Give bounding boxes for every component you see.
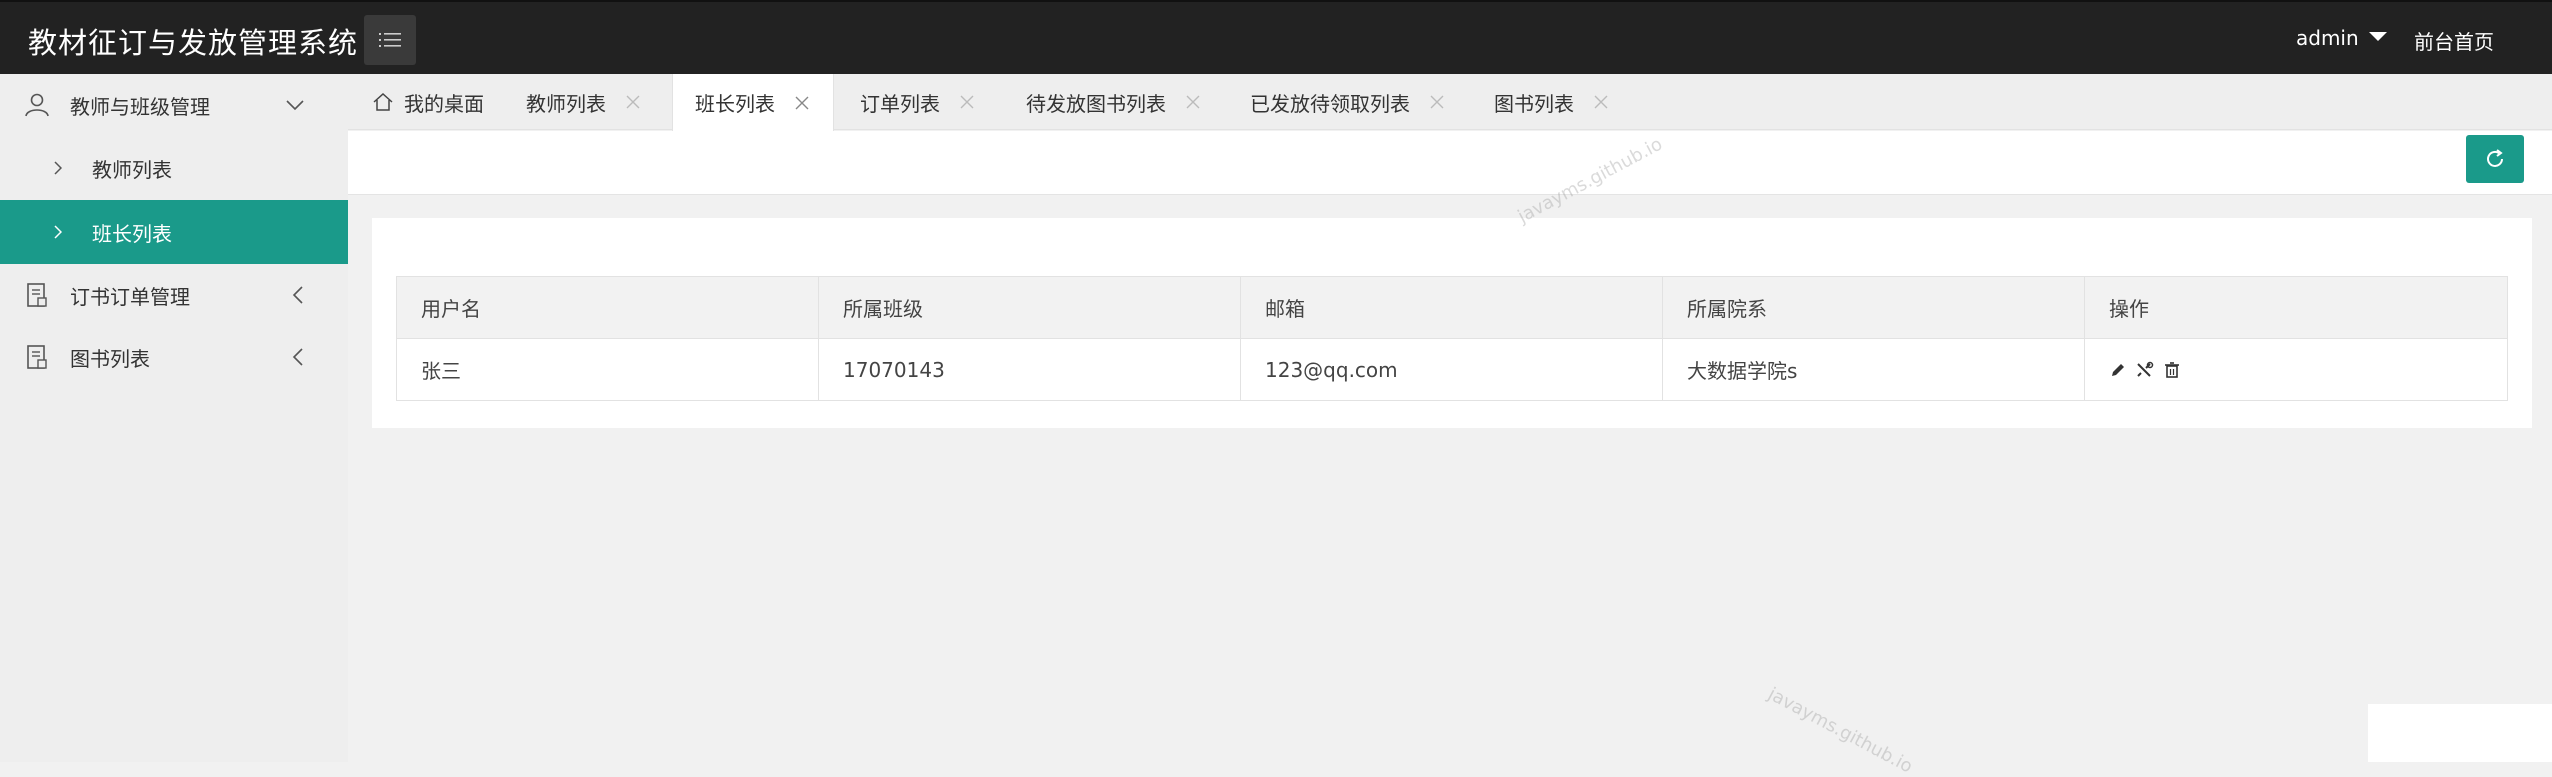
tab-monitor-list[interactable]: 班长列表 bbox=[672, 74, 834, 131]
tab-bar: 我的桌面 教师列表 班长列表 订单列表 待发放图书列表 已发放待领取列表 图书列… bbox=[348, 74, 2552, 131]
tab-label: 已发放待领取列表 bbox=[1250, 91, 1410, 116]
chevron-left-icon bbox=[292, 348, 303, 366]
column-header: 邮箱 bbox=[1240, 276, 1663, 339]
refresh-icon bbox=[2487, 149, 2503, 167]
sidebar-group-teacher-class[interactable]: 教师与班级管理 bbox=[0, 74, 348, 136]
monitor-table: 用户名 所属班级 邮箱 所属院系 操作 张三 17070143 123@qq.c… bbox=[396, 276, 2508, 401]
tab-label: 图书列表 bbox=[1494, 91, 1574, 116]
tab-issued-awaiting[interactable]: 已发放待领取列表 bbox=[1250, 74, 1444, 130]
sidebar-item-label: 班长列表 bbox=[92, 221, 172, 246]
sidebar-group-orders[interactable]: 订书订单管理 bbox=[0, 264, 348, 326]
tools-icon[interactable] bbox=[2135, 361, 2155, 379]
front-page-link[interactable]: 前台首页 bbox=[2414, 26, 2494, 55]
cell-class: 17070143 bbox=[818, 338, 1241, 401]
close-icon[interactable] bbox=[1186, 95, 1200, 109]
sidebar-item-label: 教师列表 bbox=[92, 157, 172, 182]
close-icon[interactable] bbox=[626, 95, 640, 109]
sidebar-group-label: 订书订单管理 bbox=[70, 284, 190, 309]
top-header: 教材征订与发放管理系统 admin 前台首页 bbox=[0, 0, 2552, 74]
home-icon bbox=[373, 92, 393, 111]
corner-panel bbox=[2368, 704, 2552, 762]
user-icon bbox=[25, 93, 49, 117]
column-header: 操作 bbox=[2084, 276, 2508, 339]
chevron-right-icon bbox=[54, 161, 62, 175]
chevron-down-icon bbox=[286, 100, 304, 111]
cell-email: 123@qq.com bbox=[1240, 338, 1663, 401]
sidebar-item-monitor-list[interactable]: 班长列表 bbox=[0, 200, 348, 264]
tab-label: 我的桌面 bbox=[404, 91, 484, 116]
content-toolbar bbox=[348, 131, 2552, 195]
user-name: admin bbox=[2296, 26, 2359, 50]
tab-book-list[interactable]: 图书列表 bbox=[1494, 74, 1608, 130]
tab-label: 待发放图书列表 bbox=[1026, 91, 1166, 116]
table-row: 张三 17070143 123@qq.com 大数据学院s bbox=[396, 338, 2508, 401]
tab-order-list[interactable]: 订单列表 bbox=[860, 74, 974, 130]
close-icon[interactable] bbox=[960, 95, 974, 109]
tab-desktop[interactable]: 我的桌面 bbox=[372, 74, 484, 130]
watermark-text: javayms.github.io bbox=[1764, 683, 1917, 777]
cell-operations bbox=[2084, 338, 2508, 401]
close-icon[interactable] bbox=[795, 96, 809, 110]
tab-label: 订单列表 bbox=[860, 91, 940, 116]
sidebar-item-teacher-list[interactable]: 教师列表 bbox=[0, 136, 348, 200]
cell-username: 张三 bbox=[396, 338, 819, 401]
cell-department: 大数据学院s bbox=[1662, 338, 2085, 401]
document-icon bbox=[27, 283, 47, 307]
column-header: 所属班级 bbox=[818, 276, 1241, 339]
caret-down-icon bbox=[2368, 31, 2387, 41]
column-header: 所属院系 bbox=[1662, 276, 2085, 339]
close-icon[interactable] bbox=[1430, 95, 1444, 109]
refresh-button[interactable] bbox=[2466, 135, 2524, 183]
close-icon[interactable] bbox=[1594, 95, 1608, 109]
sidebar-group-books[interactable]: 图书列表 bbox=[0, 326, 348, 388]
tab-label: 班长列表 bbox=[695, 92, 775, 116]
sidebar-group-label: 图书列表 bbox=[70, 346, 150, 371]
document-icon bbox=[27, 345, 47, 369]
tab-pending-books[interactable]: 待发放图书列表 bbox=[1026, 74, 1200, 130]
tab-label: 教师列表 bbox=[526, 91, 606, 116]
column-header: 用户名 bbox=[396, 276, 819, 339]
menu-toggle-button[interactable] bbox=[364, 15, 416, 65]
edit-icon[interactable] bbox=[2109, 361, 2127, 379]
app-title: 教材征订与发放管理系统 bbox=[28, 26, 359, 60]
user-dropdown[interactable]: admin bbox=[2296, 26, 2387, 50]
content-card: 用户名 所属班级 邮箱 所属院系 操作 张三 17070143 123@qq.c… bbox=[372, 218, 2532, 428]
chevron-right-icon bbox=[54, 225, 62, 239]
list-icon bbox=[379, 33, 401, 47]
table-header-row: 用户名 所属班级 邮箱 所属院系 操作 bbox=[396, 276, 2508, 339]
tab-teacher-list[interactable]: 教师列表 bbox=[526, 74, 640, 130]
trash-icon[interactable] bbox=[2163, 361, 2181, 379]
sidebar-group-label: 教师与班级管理 bbox=[70, 94, 210, 119]
chevron-left-icon bbox=[292, 286, 303, 304]
sidebar: 教师与班级管理 教师列表 班长列表 订书订单管理 图书列表 bbox=[0, 74, 348, 762]
